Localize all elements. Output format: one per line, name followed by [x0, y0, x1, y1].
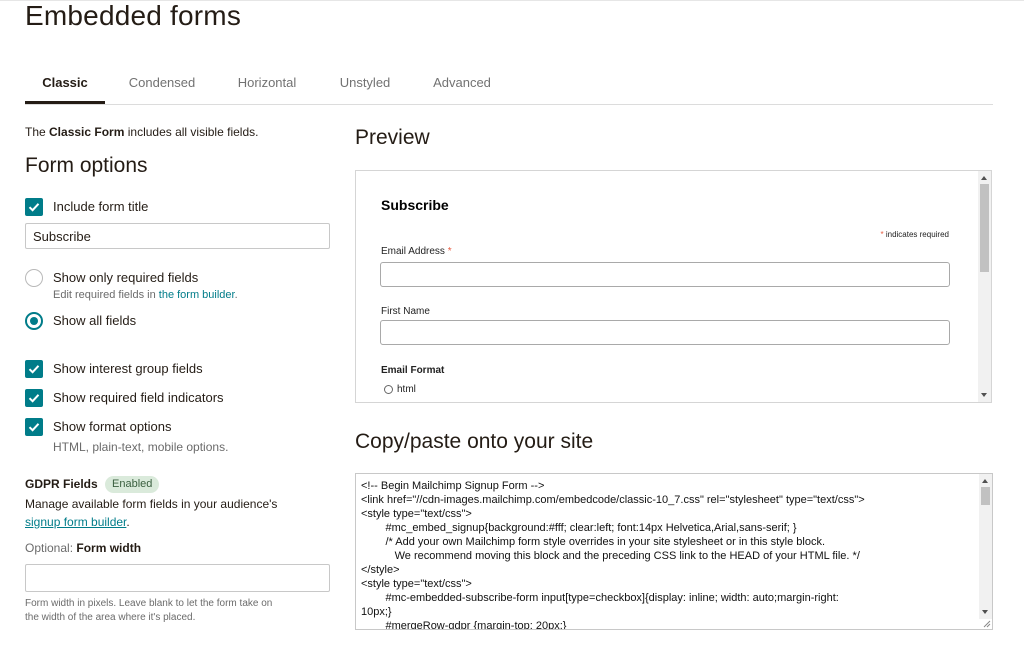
scroll-down-icon[interactable] [981, 393, 987, 397]
code-line: #mc-embedded-subscribe-form input[type=c… [361, 592, 839, 604]
code-line: 10px;} [361, 606, 392, 618]
interest-group-label: Show interest group fields [53, 361, 203, 376]
embed-code-textarea[interactable]: <!-- Begin Mailchimp Signup Form --> <li… [355, 473, 993, 630]
preview-email-input[interactable] [380, 262, 950, 287]
required-indicators-label: Show required field indicators [53, 390, 224, 405]
preview-first-name-input[interactable] [380, 320, 950, 345]
page-title: Embedded forms [25, 0, 242, 31]
format-options-checkbox[interactable] [25, 418, 43, 436]
checkmark-icon [28, 423, 40, 432]
show-required-fields-radio[interactable] [25, 269, 43, 287]
form-description: The Classic Form includes all visible fi… [25, 125, 259, 139]
preview-heading: Preview [355, 126, 430, 149]
code-line: <!-- Begin Mailchimp Signup Form --> [361, 480, 545, 492]
scroll-down-icon[interactable] [982, 610, 988, 614]
include-title-label: Include form title [53, 199, 149, 214]
html-format-label: html [397, 384, 416, 395]
tab-advanced[interactable]: Advanced [426, 66, 498, 103]
html-format-radio[interactable] [384, 385, 393, 394]
interest-group-checkbox[interactable] [25, 360, 43, 378]
first-name-label: First Name [381, 306, 430, 317]
copy-paste-heading: Copy/paste onto your site [355, 430, 594, 453]
gdpr-description: Manage available form fields in your aud… [25, 497, 278, 511]
code-line: #mc_embed_signup{background:#fff; clear:… [361, 522, 797, 534]
tab-horizontal[interactable]: Horizontal [228, 66, 306, 103]
preview-form-title: Subscribe [381, 197, 449, 213]
form-width-help-1: Form width in pixels. Leave blank to let… [25, 598, 273, 609]
form-type-tabs: Classic Condensed Horizontal Unstyled Ad… [25, 66, 993, 105]
show-all-fields-radio[interactable] [25, 312, 43, 330]
form-width-input[interactable] [25, 564, 330, 592]
email-format-heading: Email Format [381, 365, 445, 376]
checkmark-icon [28, 365, 40, 374]
gdpr-fields-label: GDPR Fields [25, 477, 98, 491]
scroll-up-icon[interactable] [982, 479, 988, 483]
gdpr-link-line: signup form builder. [25, 515, 130, 529]
preview-scrollbar[interactable] [978, 171, 991, 402]
form-width-help-2: the width of the area where it's placed. [25, 612, 196, 623]
include-title-checkbox[interactable] [25, 198, 43, 216]
required-indicators-checkbox[interactable] [25, 389, 43, 407]
form-preview: Subscribe * indicates required Email Add… [355, 170, 992, 403]
tab-condensed[interactable]: Condensed [119, 66, 205, 103]
show-all-fields-label: Show all fields [53, 313, 137, 328]
code-line: We recommend moving this block and the p… [361, 550, 860, 562]
email-address-label: Email Address * [381, 246, 452, 257]
form-title-input[interactable] [25, 223, 330, 249]
form-width-label: Optional: Form width [25, 541, 142, 555]
tab-classic[interactable]: Classic [25, 66, 105, 104]
code-scrollbar[interactable] [979, 474, 992, 619]
signup-form-builder-link[interactable]: signup form builder [25, 515, 126, 529]
required-fields-help: Edit required fields in the form builder… [53, 289, 238, 301]
show-required-fields-label: Show only required fields [53, 270, 199, 285]
tab-unstyled[interactable]: Unstyled [332, 66, 398, 103]
code-line: #mergeRow-gdpr {margin-top: 20px;} [361, 620, 567, 630]
checkmark-icon [28, 394, 40, 403]
code-line: <link href="//cdn-images.mailchimp.com/e… [361, 494, 865, 506]
code-line: <style type="text/css"> [361, 578, 472, 590]
form-builder-link[interactable]: the form builder [159, 289, 235, 301]
code-line: </style> [361, 564, 400, 576]
preview-scroll-thumb[interactable] [980, 184, 989, 272]
required-indicator-note: * indicates required [880, 230, 949, 239]
code-line: <style type="text/css"> [361, 508, 472, 520]
gdpr-status-badge: Enabled [105, 476, 160, 493]
resize-handle-icon[interactable] [983, 620, 991, 628]
form-options-heading: Form options [25, 154, 148, 177]
format-options-label: Show format options [53, 419, 172, 434]
format-options-help: HTML, plain-text, mobile options. [53, 440, 229, 454]
code-scroll-thumb[interactable] [981, 487, 990, 505]
code-line: /* Add your own Mailchimp form style ove… [361, 536, 826, 548]
checkmark-icon [28, 203, 40, 212]
scroll-up-icon[interactable] [981, 176, 987, 180]
